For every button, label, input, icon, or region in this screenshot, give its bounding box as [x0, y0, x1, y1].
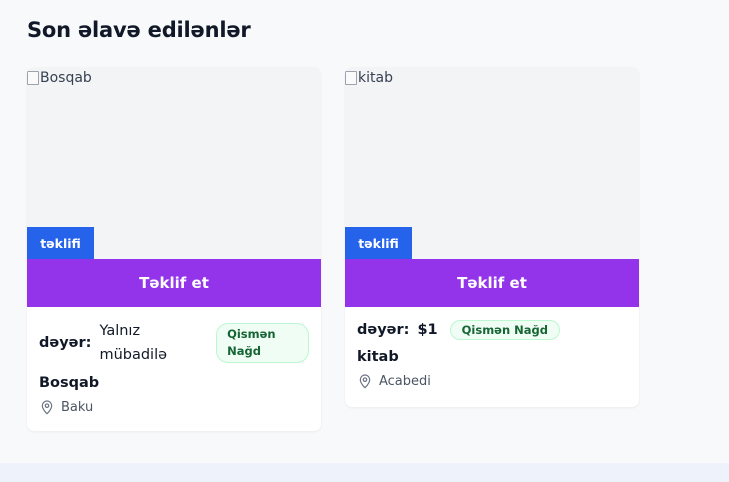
- location: Acabedi: [357, 373, 627, 389]
- item-title[interactable]: Bosqab: [39, 375, 309, 391]
- location-pin-icon: [41, 400, 53, 415]
- location-pin-icon: [359, 374, 371, 389]
- location: Baku: [39, 399, 309, 415]
- value-price: $1: [417, 322, 438, 338]
- make-offer-button[interactable]: Təklif et: [345, 259, 639, 307]
- listing-image[interactable]: Bosqab təklifi: [27, 67, 321, 259]
- value-label: dəyər:: [357, 322, 410, 338]
- payment-tag: Qismən Nağd: [449, 320, 561, 340]
- offer-badge: təklifi: [27, 227, 94, 259]
- broken-image-icon: [345, 71, 357, 85]
- make-offer-button[interactable]: Təklif et: [27, 259, 321, 307]
- item-title[interactable]: kitab: [357, 349, 627, 365]
- listing-card[interactable]: kitab təklifi Təklif et dəyər: $1 Qismən…: [345, 67, 639, 407]
- image-alt-text: Bosqab: [27, 70, 92, 86]
- value-text: Yalnız mübadilə: [99, 323, 168, 363]
- location-text: Baku: [61, 399, 94, 415]
- offer-badge: təklifi: [345, 227, 412, 259]
- payment-tag: Qismən Nağd: [216, 323, 309, 363]
- listing-card[interactable]: Bosqab təklifi Təklif et dəyər: Yalnız m…: [27, 67, 321, 431]
- image-alt-text: kitab: [345, 70, 393, 86]
- listing-image[interactable]: kitab təklifi: [345, 67, 639, 259]
- broken-image-icon: [27, 71, 39, 85]
- value-row: dəyər: $1 Qismən Nağd: [357, 320, 627, 340]
- section-title: Son əlavə edilənlər: [27, 18, 251, 42]
- location-text: Acabedi: [379, 373, 431, 389]
- value-row: dəyər: Yalnız mübadilə Qismən Nağd: [39, 319, 309, 367]
- value-label: dəyər:: [39, 335, 92, 351]
- footer-band: [0, 463, 729, 482]
